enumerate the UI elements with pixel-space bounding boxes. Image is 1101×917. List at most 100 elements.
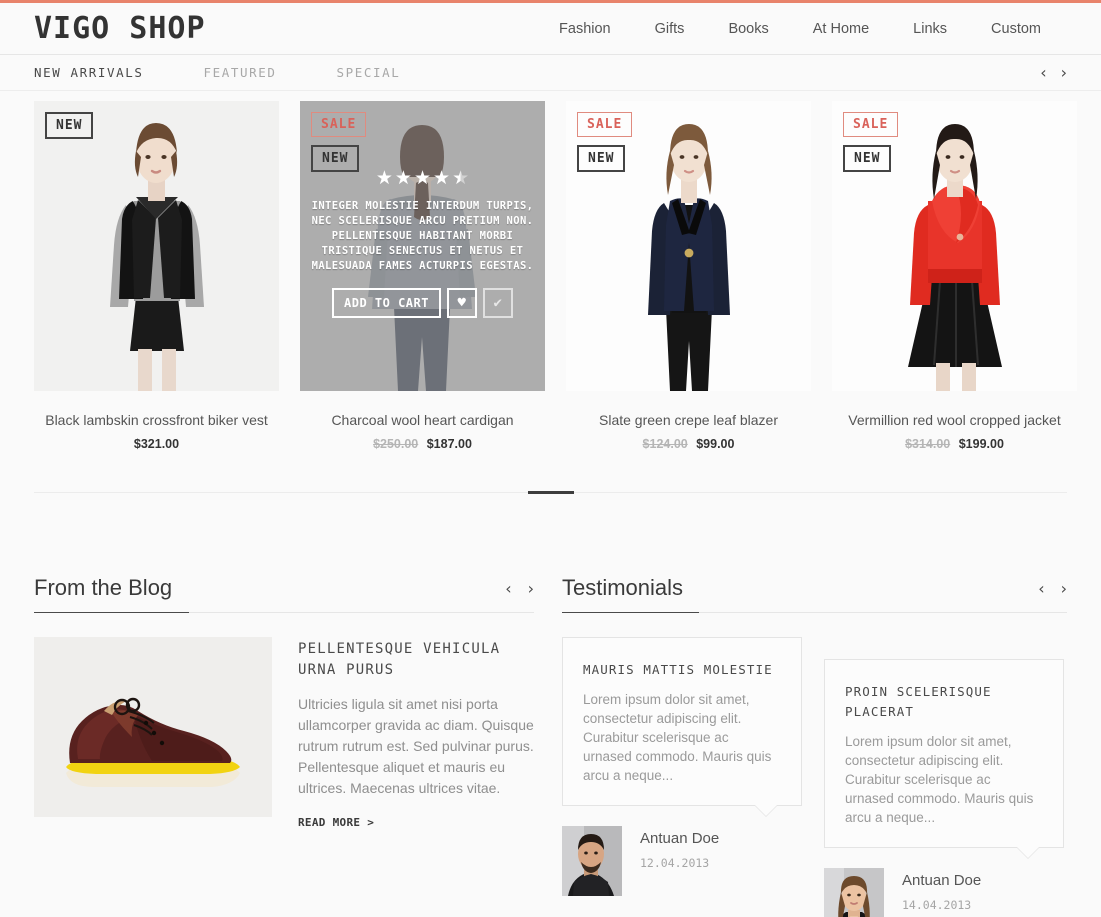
star-icon: ★	[433, 168, 451, 189]
product-badges: SALE NEW	[577, 112, 633, 172]
product-image[interactable]: SALE NEW	[832, 101, 1077, 391]
badge-new: NEW	[45, 112, 94, 139]
testimonial-author-name: Antuan Doe	[640, 830, 720, 848]
testimonial-author-info: Antuan Doe 14.04.2013	[902, 868, 981, 912]
product-carousel-arrows: ‹ ›	[1040, 64, 1067, 81]
tab-featured[interactable]: FEATURED	[204, 65, 277, 80]
nav-item-fashion[interactable]: Fashion	[537, 21, 633, 37]
badge-new: NEW	[577, 145, 626, 172]
testimonial-item: PROIN SCELERISQUE PLACERAT Lorem ipsum d…	[824, 659, 1064, 917]
testimonial-heading: PROIN SCELERISQUE PLACERAT	[845, 684, 992, 720]
chevron-left-icon[interactable]: ‹	[1038, 581, 1044, 597]
check-icon[interactable]: ✔	[482, 288, 513, 318]
product-image[interactable]: NEW	[34, 101, 279, 391]
chevron-left-icon[interactable]: ‹	[1040, 64, 1046, 81]
product-badges: SALE NEW	[843, 112, 899, 172]
star-half-icon: ★	[452, 168, 470, 189]
nav-item-at-home[interactable]: At Home	[791, 21, 891, 37]
product-overlay-actions: ADD TO CART ♥ ✔	[332, 288, 513, 318]
product-card[interactable]: SALE NEW Slate green crepe leaf blazer $…	[566, 101, 811, 451]
add-to-cart-button[interactable]: ADD TO CART	[332, 288, 441, 318]
blog-carousel-arrows: ‹ ›	[505, 581, 534, 597]
read-more-link[interactable]: READ MORE >	[298, 816, 374, 829]
chevron-right-icon[interactable]: ›	[1061, 64, 1067, 81]
testimonials-section: Testimonials ‹ › MAURIS MATTIS MOLESTIE …	[562, 575, 1067, 917]
blog-photo-derby-shoe	[34, 637, 272, 818]
nav-item-links[interactable]: Links	[891, 21, 969, 37]
blog-post-body: Ultricies ligula sit amet nisi porta ull…	[298, 696, 534, 797]
testimonials-section-title: Testimonials	[562, 575, 684, 601]
avatar-photo-female	[824, 868, 884, 917]
nav-item-custom[interactable]: Custom	[969, 21, 1063, 37]
tab-new-arrivals[interactable]: NEW ARRIVALS	[34, 65, 144, 80]
testimonial-author-name: Antuan Doe	[902, 872, 982, 890]
product-tabs-bar: NEW ARRIVALS FEATURED SPECIAL ‹ ›	[0, 55, 1101, 91]
product-title[interactable]: Vermillion red wool cropped jacket	[832, 411, 1077, 429]
product-price: $124.00 $99.00	[566, 437, 811, 451]
chevron-right-icon[interactable]: ›	[528, 581, 534, 597]
chevron-left-icon[interactable]: ‹	[505, 581, 511, 597]
badge-new: NEW	[843, 145, 892, 172]
site-header: VIGO SHOP Fashion Gifts Books At Home Li…	[0, 3, 1101, 55]
blog-post: PELLENTESQUE VEHICULA URNA PURUS Ultrici…	[34, 637, 534, 831]
badge-new: NEW	[311, 145, 360, 172]
testimonial-date: 14.04.2013	[902, 898, 972, 913]
avatar	[824, 868, 884, 917]
testimonial-text: Lorem ipsum dolor sit amet, consectetur …	[583, 692, 772, 784]
product-image[interactable]: SALE NEW	[566, 101, 811, 391]
testimonial-bubble: PROIN SCELERISQUE PLACERAT Lorem ipsum d…	[824, 659, 1064, 860]
page-root: VIGO SHOP Fashion Gifts Books At Home Li…	[0, 0, 1101, 917]
star-icon: ★	[375, 168, 393, 189]
blog-section-rule	[34, 612, 534, 614]
main-navigation: Fashion Gifts Books At Home Links Custom	[537, 21, 1063, 37]
product-old-price: $314.00	[905, 437, 951, 452]
product-current-price: $187.00	[426, 437, 472, 452]
testimonials-section-rule	[562, 612, 1067, 614]
product-card[interactable]: ★ ★ ★ ★ ★ Integer molestie interdum turp…	[300, 101, 545, 451]
product-rating-stars: ★ ★ ★ ★ ★	[376, 169, 469, 188]
product-price: $314.00 $199.00	[832, 437, 1077, 451]
badge-sale: SALE	[843, 112, 899, 137]
product-overlay-description: Integer molestie interdum turpis, nec sc…	[311, 200, 534, 272]
testimonial-author-info: Antuan Doe 12.04.2013	[640, 826, 719, 870]
heart-icon[interactable]: ♥	[446, 288, 477, 318]
site-logo[interactable]: VIGO SHOP	[34, 11, 206, 46]
testimonials-list: MAURIS MATTIS MOLESTIE Lorem ipsum dolor…	[562, 637, 1067, 917]
badge-sale: SALE	[577, 112, 633, 137]
carousel-divider	[34, 491, 1067, 495]
star-icon: ★	[394, 168, 412, 189]
product-old-price: $124.00	[642, 437, 688, 452]
testimonial-author: Antuan Doe 14.04.2013	[824, 868, 1064, 917]
product-badges: NEW	[45, 112, 94, 139]
nav-item-books[interactable]: Books	[706, 21, 790, 37]
product-title[interactable]: Charcoal wool heart cardigan	[300, 411, 545, 429]
product-old-price: $250.00	[373, 437, 419, 452]
blog-section-header: From the Blog ‹ ›	[34, 575, 534, 612]
blog-section: From the Blog ‹ › PELLENTESQUE VEHICULA …	[34, 575, 534, 917]
blog-post-thumbnail[interactable]	[34, 637, 272, 818]
tab-special[interactable]: SPECIAL	[337, 65, 401, 80]
product-current-price: $199.00	[958, 437, 1004, 452]
testimonials-section-header: Testimonials ‹ ›	[562, 575, 1067, 612]
product-current-price: $321.00	[133, 437, 180, 452]
chevron-right-icon[interactable]: ›	[1061, 581, 1067, 597]
testimonial-heading: MAURIS MATTIS MOLESTIE	[583, 662, 773, 678]
blog-post-heading[interactable]: PELLENTESQUE VEHICULA URNA PURUS	[298, 639, 534, 681]
star-icon: ★	[413, 168, 432, 189]
testimonial-item: MAURIS MATTIS MOLESTIE Lorem ipsum dolor…	[562, 637, 802, 917]
product-grid: NEW Black lambskin crossfront biker vest…	[0, 91, 1101, 451]
product-title[interactable]: Black lambskin crossfront biker vest	[34, 411, 279, 429]
product-image[interactable]: ★ ★ ★ ★ ★ Integer molestie interdum turp…	[300, 101, 545, 391]
avatar	[562, 826, 622, 897]
carousel-page-indicator[interactable]	[527, 491, 574, 495]
product-title[interactable]: Slate green crepe leaf blazer	[566, 411, 811, 429]
blog-section-title: From the Blog	[34, 575, 173, 601]
product-card[interactable]: NEW Black lambskin crossfront biker vest…	[34, 101, 279, 451]
product-card[interactable]: SALE NEW Vermillion red wool cropped jac…	[832, 101, 1077, 451]
testimonial-author: Antuan Doe 12.04.2013	[562, 826, 802, 897]
testimonials-carousel-arrows: ‹ ›	[1038, 581, 1067, 597]
product-current-price: $99.00	[696, 437, 735, 452]
product-price: $250.00 $187.00	[300, 437, 545, 451]
nav-item-gifts[interactable]: Gifts	[633, 21, 707, 37]
testimonial-date: 12.04.2013	[640, 856, 710, 871]
